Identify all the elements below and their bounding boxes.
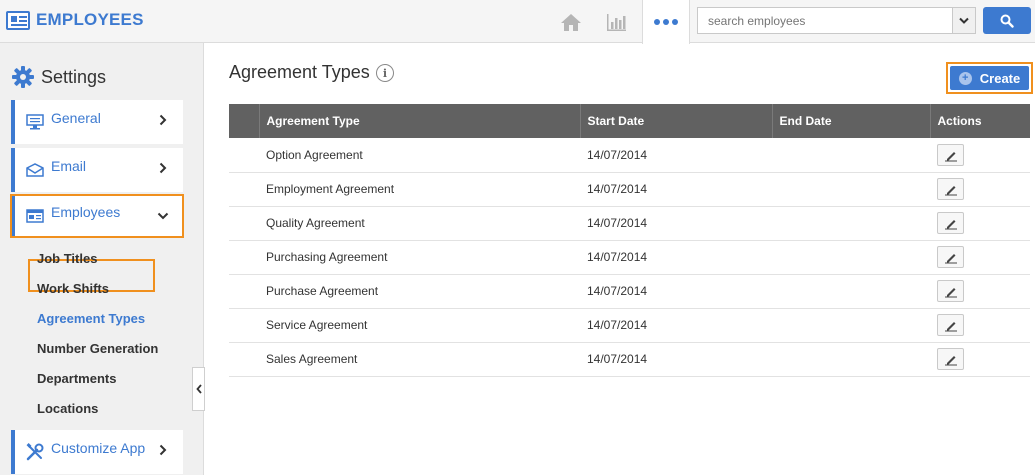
sidebar-subitem-departments[interactable]: Departments xyxy=(37,371,116,386)
home-icon[interactable] xyxy=(549,0,593,43)
column-header-agreement-type[interactable]: Agreement Type xyxy=(259,104,581,138)
pencil-icon xyxy=(944,186,957,196)
search-button[interactable] xyxy=(983,7,1031,34)
more-menu-button[interactable] xyxy=(642,0,690,44)
agreement-type-cell: Quality Agreement xyxy=(266,216,365,230)
sidebar-item-general[interactable]: General xyxy=(11,100,183,144)
end-date-cell xyxy=(772,206,930,240)
employees-app-icon xyxy=(6,10,30,30)
table-row[interactable]: Purchase Agreement 14/07/2014 xyxy=(229,274,1030,308)
settings-heading: Settings xyxy=(11,65,106,89)
start-date-cell: 14/07/2014 xyxy=(587,250,648,264)
sidebar-item-email[interactable]: Email xyxy=(11,148,183,192)
search-icon xyxy=(1000,14,1014,28)
sidebar-subitem-work-shifts[interactable]: Work Shifts xyxy=(37,281,109,296)
edit-button[interactable] xyxy=(937,212,964,234)
end-date-cell xyxy=(772,240,930,274)
column-header-actions: Actions xyxy=(937,114,982,128)
pencil-icon xyxy=(944,288,957,298)
create-button-highlight: + Create xyxy=(946,62,1033,94)
chevron-left-icon xyxy=(195,384,202,394)
page-title: Agreement Types xyxy=(229,62,370,82)
sidebar-subitem-job-titles[interactable]: Job Titles xyxy=(37,251,97,266)
agreement-type-cell: Purchasing Agreement xyxy=(266,250,388,264)
tools-icon xyxy=(25,443,45,461)
pencil-icon xyxy=(944,220,957,230)
gear-icon xyxy=(12,66,34,88)
edit-button[interactable] xyxy=(937,348,964,370)
table-row[interactable]: Service Agreement 14/07/2014 xyxy=(229,308,1030,342)
plus-circle-icon: + xyxy=(958,71,972,85)
info-icon[interactable]: i xyxy=(376,64,394,82)
pencil-icon xyxy=(944,151,957,162)
pencil-icon xyxy=(944,322,957,332)
sidebar-subitem-locations[interactable]: Locations xyxy=(37,401,98,416)
edit-button[interactable] xyxy=(937,246,964,268)
monitor-icon xyxy=(25,114,45,130)
start-date-cell: 14/07/2014 xyxy=(587,182,648,196)
table-row[interactable]: Quality Agreement 14/07/2014 xyxy=(229,206,1030,240)
bar-chart-icon[interactable] xyxy=(594,0,638,43)
column-header-end-date[interactable]: End Date xyxy=(772,104,931,138)
agreement-types-table: Agreement Type Start Date End Date Actio… xyxy=(229,104,1030,377)
search-input[interactable] xyxy=(697,7,953,34)
end-date-cell xyxy=(772,274,930,308)
start-date-cell: 14/07/2014 xyxy=(587,352,648,366)
app-title: EMPLOYEES xyxy=(36,10,144,29)
end-date-cell xyxy=(772,342,930,376)
agreement-type-cell: Employment Agreement xyxy=(266,182,395,196)
agreement-type-cell: Purchase Agreement xyxy=(266,284,379,298)
create-button[interactable]: + Create xyxy=(950,66,1029,90)
sidebar-subitem-agreement-types[interactable]: Agreement Types xyxy=(37,311,145,326)
chevron-right-icon xyxy=(159,444,167,456)
start-date-cell: 14/07/2014 xyxy=(587,216,648,230)
start-date-cell: 14/07/2014 xyxy=(587,147,648,162)
search-dropdown-button[interactable] xyxy=(952,7,976,34)
sidebar-collapse-handle[interactable] xyxy=(192,367,205,411)
column-header-select xyxy=(229,104,260,138)
sidebar-item-label: Email xyxy=(51,158,87,174)
end-date-cell xyxy=(772,172,930,206)
table-row[interactable]: Employment Agreement 14/07/2014 xyxy=(229,172,1030,206)
pencil-icon xyxy=(944,356,957,366)
sidebar-item-customize-app[interactable]: Customize App xyxy=(11,430,183,474)
agreement-type-cell: Sales Agreement xyxy=(266,352,358,366)
edit-button[interactable] xyxy=(937,143,964,166)
start-date-cell: 14/07/2014 xyxy=(587,318,648,332)
sidebar-item-employees[interactable]: Employees xyxy=(10,194,184,238)
edit-button[interactable] xyxy=(937,178,964,200)
edit-button[interactable] xyxy=(937,280,964,302)
chevron-down-icon xyxy=(959,17,969,24)
chevron-right-icon xyxy=(159,162,167,174)
column-header-start-date[interactable]: Start Date xyxy=(580,104,773,138)
table-header-row: Agreement Type Start Date End Date Actio… xyxy=(229,104,1030,138)
settings-title: Settings xyxy=(41,66,107,87)
envelope-icon xyxy=(25,163,45,177)
agreement-type-cell: Option Agreement xyxy=(266,147,363,162)
sidebar-item-label: Customize App xyxy=(51,440,146,456)
start-date-cell: 14/07/2014 xyxy=(587,284,648,298)
edit-button[interactable] xyxy=(937,314,964,336)
pencil-icon xyxy=(944,254,957,264)
id-card-icon xyxy=(25,209,45,223)
agreement-type-cell: Service Agreement xyxy=(266,318,368,332)
table-row[interactable]: Purchasing Agreement 14/07/2014 xyxy=(229,240,1030,274)
more-dots-icon xyxy=(654,19,660,25)
top-bar: EMPLOYEES xyxy=(0,0,1035,44)
end-date-cell xyxy=(772,308,930,342)
sidebar-item-label: Employees xyxy=(51,204,121,220)
table-row[interactable]: Option Agreement 14/07/2014 xyxy=(229,138,1030,172)
chevron-right-icon xyxy=(159,114,167,126)
end-date-cell xyxy=(772,138,930,172)
chevron-down-icon xyxy=(157,212,169,220)
sidebar-item-label: General xyxy=(51,110,101,126)
app-brand[interactable]: EMPLOYEES xyxy=(6,10,144,30)
table-row[interactable]: Sales Agreement 14/07/2014 xyxy=(229,342,1030,376)
sidebar-subitem-number-generation[interactable]: Number Generation xyxy=(37,341,158,356)
create-button-label: Create xyxy=(979,70,1021,86)
